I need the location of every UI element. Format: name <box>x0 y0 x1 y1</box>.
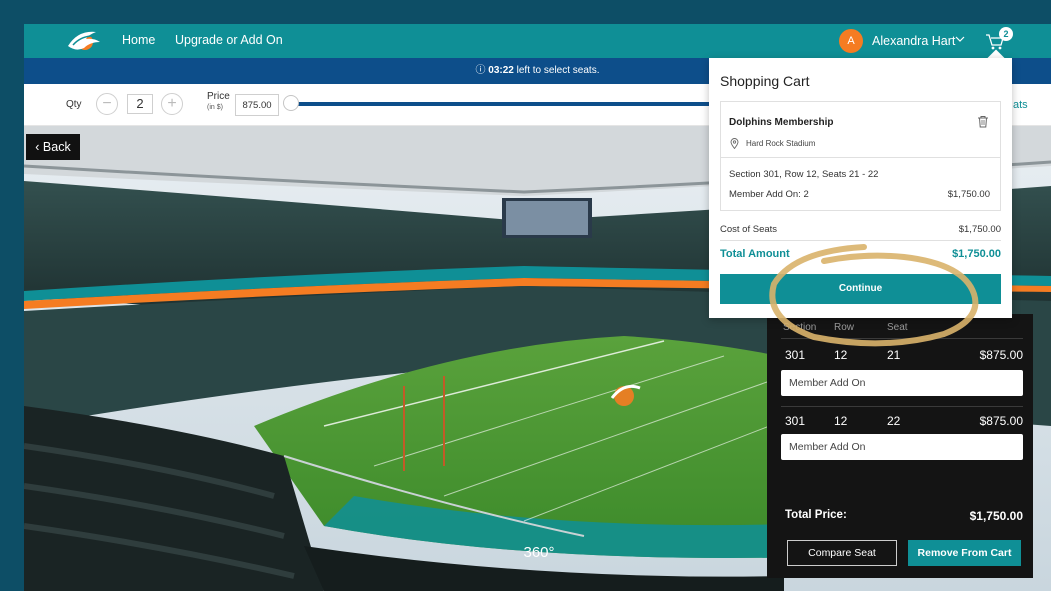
qty-increase-button[interactable]: + <box>161 93 183 115</box>
cart-count-badge[interactable]: 2 <box>999 27 1013 41</box>
cart-item-addon-price: $1,750.00 <box>947 189 990 200</box>
top-navbar: Home Upgrade or Add On A Alexandra Hart … <box>24 24 1051 58</box>
nav-upgrade-link[interactable]: Upgrade or Add On <box>175 33 283 47</box>
total-amount-value: $1,750.00 <box>952 248 1001 260</box>
seat-section-cell: 301 <box>785 348 806 362</box>
compare-seat-button[interactable]: Compare Seat <box>787 540 897 566</box>
seat-number-cell: 21 <box>887 348 901 362</box>
app-frame: Home Upgrade or Add On A Alexandra Hart … <box>24 24 1051 591</box>
cart-item-divider <box>721 157 1000 158</box>
total-price-value: $1,750.00 <box>969 509 1023 523</box>
ticket-type-select[interactable]: Member Add On <box>781 370 1023 396</box>
user-name[interactable]: Alexandra Hart <box>872 34 955 48</box>
filter-seats-link[interactable]: ats <box>1013 99 1028 111</box>
seat-divider <box>781 406 1023 407</box>
remove-from-cart-button[interactable]: Remove From Cart <box>908 540 1021 566</box>
view-360-icon[interactable]: 360° <box>517 544 561 570</box>
qty-label: Qty <box>66 99 82 110</box>
cart-title: Shopping Cart <box>720 73 810 89</box>
dolphins-logo-icon[interactable] <box>64 26 104 56</box>
shopping-cart-popover: Shopping Cart Dolphins Membership Hard R… <box>709 58 1012 318</box>
avatar[interactable]: A <box>839 29 863 53</box>
qty-decrease-button[interactable]: − <box>96 93 118 115</box>
seat-divider <box>781 338 1023 339</box>
price-input[interactable] <box>235 94 279 116</box>
timer-text: left to select seats. <box>513 65 600 76</box>
info-icon: ⓘ <box>475 65 489 76</box>
total-amount-label: Total Amount <box>720 248 790 260</box>
total-price-label: Total Price: <box>785 509 847 521</box>
back-button-label: Back <box>42 140 71 154</box>
cart-item-seats: Section 301, Row 12, Seats 21 - 22 <box>729 169 879 180</box>
timer-value: 03:22 <box>488 65 514 76</box>
price-unit-text: (in $) <box>207 104 223 111</box>
chevron-left-icon: ‹ <box>35 140 43 154</box>
cart-item: Dolphins Membership Hard Rock Stadium Se… <box>720 101 1001 211</box>
chevron-down-icon[interactable] <box>954 33 966 45</box>
seat-header-section: Section <box>783 322 817 333</box>
ticket-type-select[interactable]: Member Add On <box>781 434 1023 460</box>
price-slider-track[interactable] <box>292 102 712 106</box>
seat-row-cell: 12 <box>834 414 848 428</box>
qty-value[interactable]: 2 <box>127 94 153 114</box>
cost-of-seats-label: Cost of Seats <box>720 224 778 235</box>
seat-header-seat: Seat <box>887 322 908 333</box>
cart-item-venue: Hard Rock Stadium <box>746 139 816 148</box>
continue-button[interactable]: Continue <box>720 274 1001 304</box>
back-button[interactable]: ‹ Back <box>26 134 80 160</box>
seat-number-cell: 22 <box>887 414 901 428</box>
seat-price-cell: $875.00 <box>979 414 1023 428</box>
seat-section-cell: 301 <box>785 414 806 428</box>
price-slider-handle[interactable] <box>283 95 299 111</box>
trash-icon[interactable] <box>977 115 989 128</box>
seat-row-cell: 12 <box>834 348 848 362</box>
seat-list-panel: Section Row Seat 301 12 21 $875.00 Membe… <box>767 314 1033 578</box>
cost-of-seats-value: $1,750.00 <box>958 224 1001 235</box>
price-label: Price (in $) <box>207 91 230 113</box>
cart-total-divider <box>720 240 1001 241</box>
cart-item-addon: Member Add On: 2 <box>729 189 809 200</box>
seat-price-cell: $875.00 <box>979 348 1023 362</box>
cart-item-name: Dolphins Membership <box>729 117 834 128</box>
price-label-text: Price <box>207 91 230 102</box>
location-pin-icon <box>730 138 739 149</box>
nav-home-link[interactable]: Home <box>122 33 155 47</box>
seat-header-row: Row <box>834 322 855 333</box>
